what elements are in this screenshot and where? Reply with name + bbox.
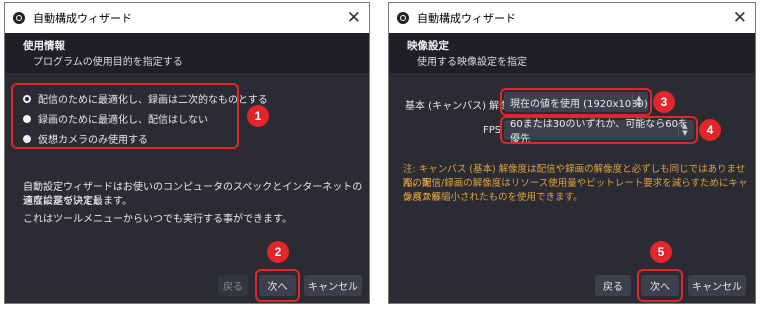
annotation-badge-4: 4: [699, 119, 721, 141]
cancel-button[interactable]: キャンセル: [688, 275, 746, 296]
close-icon[interactable]: ✕: [733, 8, 747, 28]
page-title: 映像設定: [407, 40, 449, 52]
window-title: 自動構成ウィザード: [33, 12, 132, 25]
obs-logo-icon: [397, 12, 409, 24]
window-title: 自動構成ウィザード: [417, 12, 516, 25]
annotation-box-resolution: [500, 88, 652, 116]
title-bar: 自動構成ウィザード ✕: [389, 3, 755, 33]
title-bar: 自動構成ウィザード ✕: [5, 3, 369, 33]
page-title: 使用情報: [23, 40, 65, 52]
annotation-badge-3: 3: [653, 91, 675, 113]
note-line-3: 像度から縮小されたものを使用できます。: [403, 192, 583, 203]
annotation-badge-2: 2: [267, 241, 289, 263]
page-subtitle: 使用する映像設定を指定: [417, 57, 527, 68]
cancel-button[interactable]: キャンセル: [304, 275, 362, 296]
annotation-badge-5: 5: [650, 241, 672, 263]
annotation-box-next: [255, 269, 300, 302]
page-header: 映像設定 使用する映像設定を指定: [389, 33, 755, 73]
annotation-box-options: [11, 83, 239, 149]
annotation-box-next: [637, 269, 683, 302]
back-button[interactable]: 戻る: [595, 275, 631, 296]
annotation-box-fps: [500, 116, 698, 144]
fps-label: FPS: [483, 125, 502, 136]
page-header: 使用情報 プログラムの使用目的を指定する: [5, 33, 369, 73]
close-icon[interactable]: ✕: [347, 8, 361, 28]
description-line-2: 適な設定を決定します。: [23, 196, 132, 207]
annotation-badge-1: 1: [247, 105, 269, 127]
back-button[interactable]: 戻る: [218, 275, 248, 296]
description-line-3: これはツールメニューからいつでも実行する事ができます。: [23, 214, 292, 225]
auto-config-wizard-window-usage: 自動構成ウィザード ✕ 使用情報 プログラムの使用目的を指定する 配信のために最…: [4, 2, 370, 304]
obs-logo-icon: [13, 12, 25, 24]
page-subtitle: プログラムの使用目的を指定する: [33, 57, 183, 68]
auto-config-wizard-window-video: 自動構成ウィザード ✕ 映像設定 使用する映像設定を指定 基本 (キャンバス) …: [388, 2, 756, 304]
